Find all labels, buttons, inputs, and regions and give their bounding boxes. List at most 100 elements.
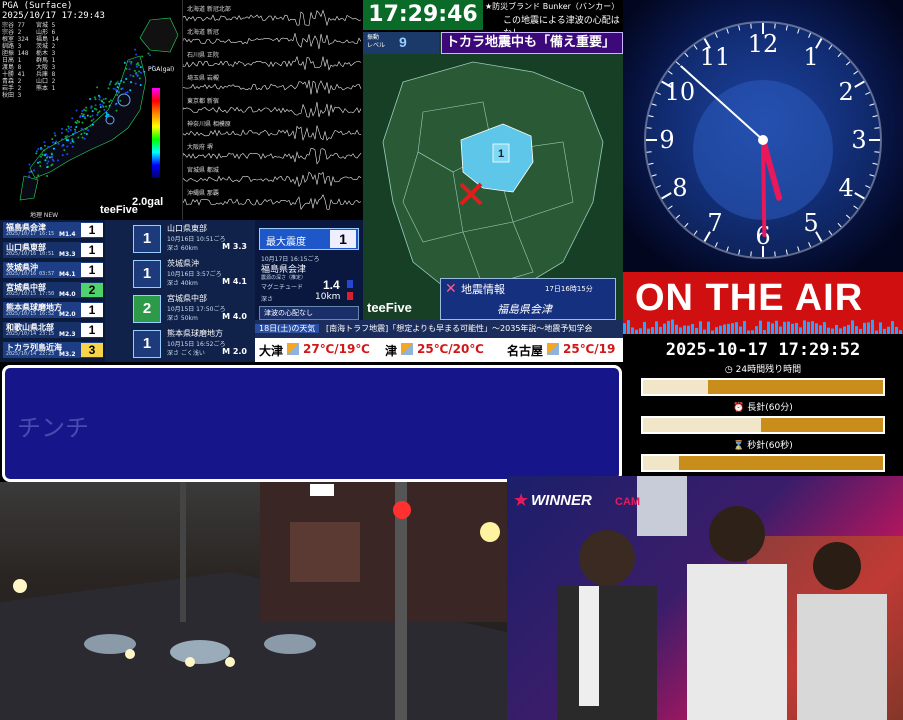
station-dot xyxy=(139,66,142,69)
station-dot xyxy=(49,156,52,159)
meter-bar xyxy=(799,327,802,334)
on-air-banner: ON THE AIR xyxy=(623,272,903,334)
clock-tick xyxy=(646,151,652,153)
winner-camera-feed: ★ WINNER CAM xyxy=(507,476,903,720)
station-reading: 秋田 3 xyxy=(2,92,22,99)
station-dot xyxy=(46,166,49,169)
station-dot xyxy=(64,135,67,138)
weather-city: 名古屋 xyxy=(507,344,544,358)
station-dot xyxy=(69,142,72,145)
station-dot xyxy=(30,170,33,173)
station-dot xyxy=(52,141,55,144)
meter-bar xyxy=(899,330,902,334)
waveform-station-label: 東京都 新宿 xyxy=(187,98,219,105)
meter-bar xyxy=(779,326,782,334)
clock-numeral: 3 xyxy=(851,126,866,154)
meter-bar xyxy=(759,320,762,334)
station-dot xyxy=(77,136,80,139)
meter-bar xyxy=(771,323,774,334)
meter-bar xyxy=(723,324,726,334)
meter-bar xyxy=(695,327,698,334)
meter-bar xyxy=(683,325,686,334)
station-dot xyxy=(110,80,113,83)
quake-detail-time: 10月16日 3:57ごろ xyxy=(167,271,222,278)
meter-bar xyxy=(763,329,766,334)
quake-detail-row: 1 山口県東部 10月16日 10:51ごろ 深さ 60km M 3.3 xyxy=(107,222,253,256)
headline-banner: トカラ地震中も「備え重要」 xyxy=(441,32,623,54)
ticker-text: [南海トラフ地震]「想定よりも早まる可能性」～2035年説～地震予知学会 xyxy=(325,324,593,333)
clock-tick xyxy=(874,151,880,153)
quake-info-place: 福島県会津 xyxy=(497,303,552,316)
station-dot xyxy=(85,106,88,109)
meter-bar xyxy=(639,328,642,334)
station-dot xyxy=(83,108,86,111)
station-dot xyxy=(99,106,102,109)
meter-bar xyxy=(631,327,634,334)
station-dot xyxy=(102,101,105,104)
waveform-panel: 北海道 新冠北部 北海道 新冠 石川県 正院 埼玉県 岩槻 東京都 新宿 神奈川県 相模原… xyxy=(183,0,363,220)
meter-bar xyxy=(851,320,854,334)
station-dot xyxy=(135,65,138,68)
quake-magnitude: M2.3 xyxy=(59,331,76,338)
meter-bar xyxy=(883,328,886,334)
meter-bar xyxy=(787,321,790,334)
station-reading: 大阪 3 xyxy=(36,64,56,71)
meter-bar xyxy=(887,326,890,334)
station-dot xyxy=(75,122,78,125)
station-dot xyxy=(116,93,119,96)
quake-detail-time: 10月15日 17:50ごろ xyxy=(167,306,226,313)
station-dot xyxy=(28,163,31,166)
meter-bar xyxy=(727,323,730,334)
station-dot xyxy=(39,164,42,167)
meter-bar xyxy=(859,328,862,334)
meter-bar xyxy=(655,321,658,334)
station-dot xyxy=(125,67,128,70)
station-dot xyxy=(66,145,69,148)
progress-label-row: ◷ 24時間残り時間 xyxy=(623,362,903,375)
close-x-icon: ✕ xyxy=(445,281,457,297)
clock-numeral: 10 xyxy=(665,78,696,106)
clock-numeral: 8 xyxy=(672,174,687,202)
station-dot xyxy=(35,152,38,155)
vibration-level-label: 振動 レベル xyxy=(367,34,386,49)
weather-date: 18日(土)の天気 xyxy=(255,324,320,333)
sun-cloud-icon xyxy=(287,343,299,355)
depth-swatch xyxy=(347,292,353,300)
station-dot xyxy=(96,86,99,89)
station-reading: 山形 6 xyxy=(36,29,56,36)
station-dot xyxy=(65,128,68,131)
magnitude-label: マグニチュード xyxy=(261,284,304,291)
weather-ticker: 18日(土)の天気 [南海トラフ地震]「想定よりも早まる可能性」～2035年説～… xyxy=(255,320,623,338)
quake-detail-intensity: 1 xyxy=(133,260,161,288)
weather-city: 大津 xyxy=(259,344,284,358)
meter-bar xyxy=(775,320,778,334)
meter-bar xyxy=(751,330,754,334)
station-dot xyxy=(81,121,84,124)
meter-bar xyxy=(863,322,866,334)
station-dot xyxy=(138,77,141,80)
station-dot xyxy=(108,104,111,107)
meter-bar xyxy=(791,323,794,334)
meter-bar xyxy=(819,325,822,334)
meter-bar xyxy=(691,323,694,334)
progress-fill xyxy=(643,418,761,432)
station-dot xyxy=(69,129,72,132)
station-dot xyxy=(51,163,54,166)
station-dot xyxy=(140,71,143,74)
station-dot xyxy=(102,98,105,101)
meter-bar xyxy=(747,330,750,334)
vibration-level-value: 9 xyxy=(399,34,407,50)
quake-intensity: 1 xyxy=(81,263,103,277)
station-dot xyxy=(89,124,92,127)
station-dot xyxy=(89,97,92,100)
station-reading: 茨城 2 xyxy=(36,43,56,50)
on-air-label: ON THE AIR xyxy=(635,277,864,319)
station-dot xyxy=(115,82,118,85)
station-dot xyxy=(92,118,95,121)
station-dot xyxy=(97,111,100,114)
station-dot xyxy=(128,68,131,71)
quake-detail-time: 10月16日 10:51ごろ xyxy=(167,236,226,243)
station-dot xyxy=(81,136,84,139)
quake-detail-depth: 深さ 40km xyxy=(167,280,198,287)
depth-label: 深さ xyxy=(261,296,274,303)
